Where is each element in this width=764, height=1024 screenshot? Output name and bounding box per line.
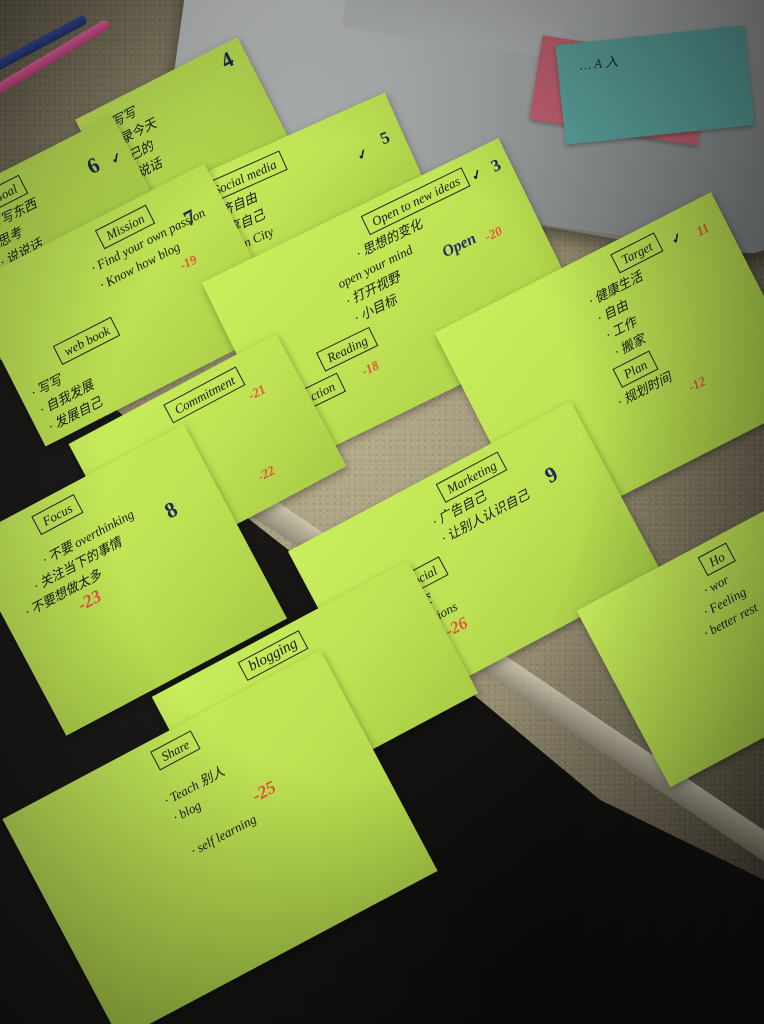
blue-note: … A 入 <box>555 25 755 145</box>
photo-scene: … A 入 4 · 写写写 · 记录今天 · 自己的 · 说说话 Goal 6 … <box>0 0 764 1024</box>
note-e-score2: -18 <box>358 357 382 379</box>
blue-note-line-2: A 入 <box>593 53 619 72</box>
note-e-number: 3 <box>487 155 504 176</box>
note-h-header: Focus <box>31 494 84 536</box>
blue-note-line-1: … <box>578 56 592 73</box>
note-k-header: Share <box>150 730 201 771</box>
laptop-trackpad <box>341 0 570 59</box>
